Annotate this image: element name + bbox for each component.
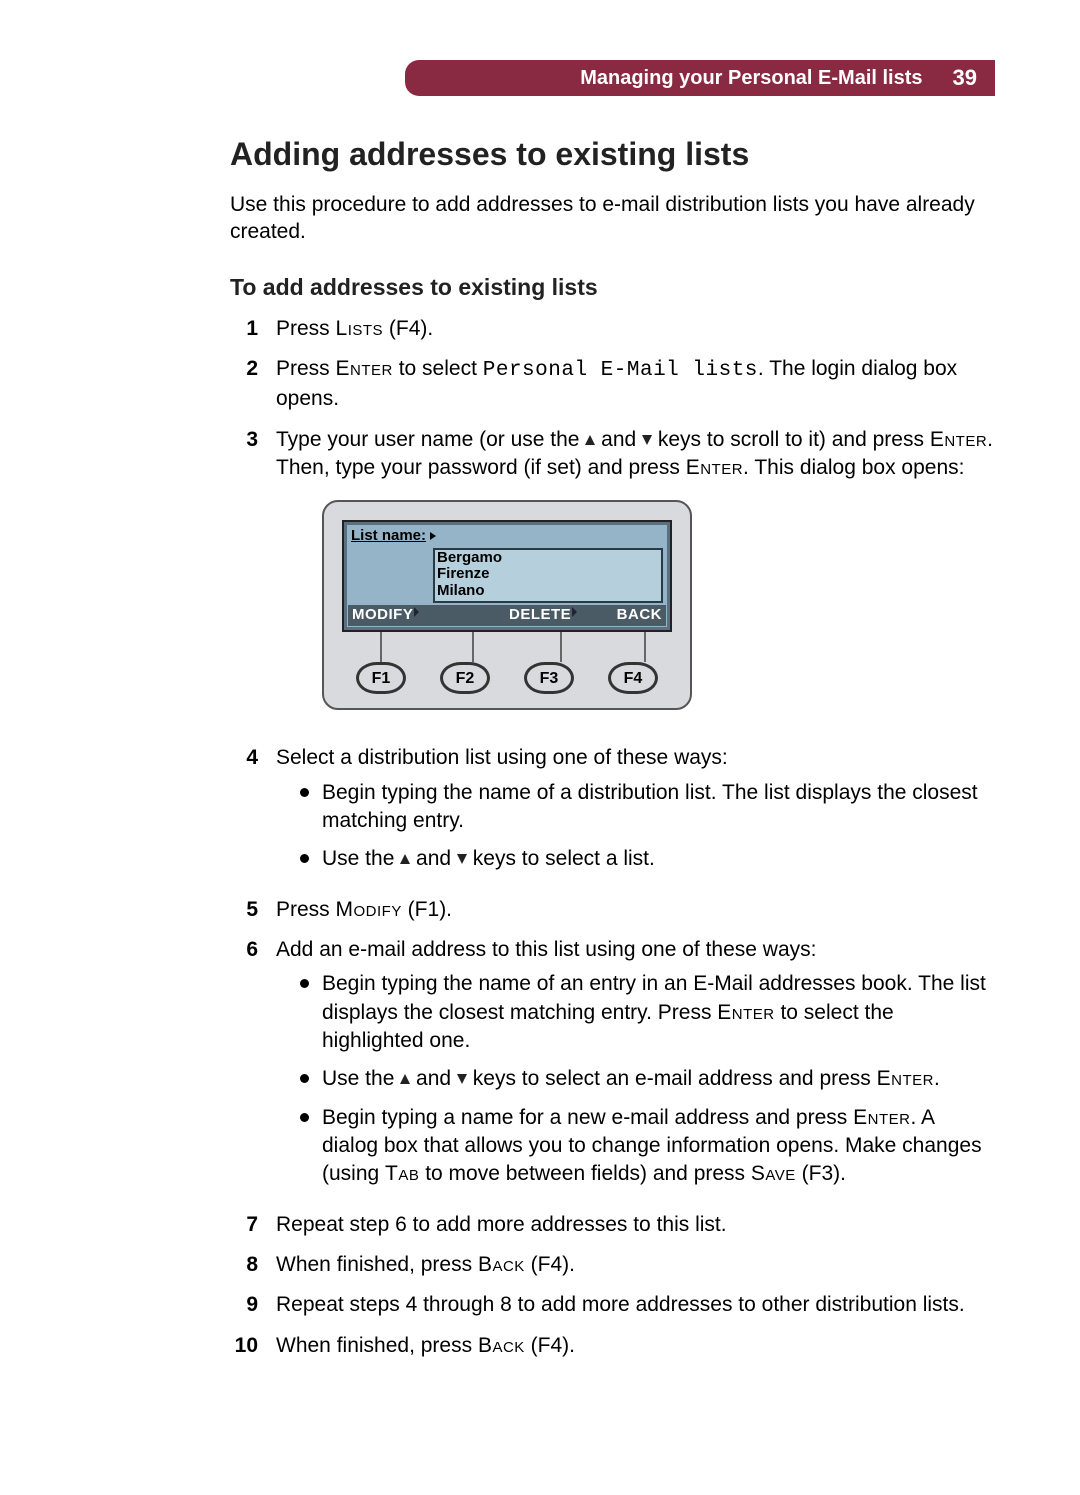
- step-number: 4: [230, 744, 258, 883]
- step-number: 1: [230, 315, 258, 343]
- step-body: Add an e-mail address to this list using…: [276, 936, 995, 1199]
- arrow-up-icon: [400, 1074, 410, 1084]
- arrow-up-icon: [400, 854, 410, 864]
- arrow-down-icon: [457, 854, 467, 864]
- dialog-screen: List name: Bergamo Firenze Milano MODIFY…: [342, 520, 672, 632]
- fkey-f2: F2: [440, 662, 490, 694]
- step-body: When finished, press Back (F4).: [276, 1332, 995, 1360]
- step-3: 3 Type your user name (or use the and ke…: [230, 426, 995, 733]
- step-number: 9: [230, 1291, 258, 1319]
- list-item: Firenze: [437, 566, 659, 583]
- dialog-softkeys: MODIFY . DELETE BACK: [348, 605, 666, 626]
- page-number: 39: [953, 65, 977, 91]
- key-back: Back: [478, 1253, 525, 1276]
- list-item: Bergamo: [437, 550, 659, 567]
- bullet: Begin typing a name for a new e-mail add…: [300, 1104, 995, 1189]
- step-10: 10 When finished, press Back (F4).: [230, 1332, 995, 1360]
- caret-icon: [430, 532, 436, 540]
- fn-f4: F4: [538, 1334, 563, 1357]
- key-enter: Enter: [336, 357, 393, 380]
- fkey-f4: F4: [608, 662, 658, 694]
- step-number: 10: [230, 1332, 258, 1360]
- step-7: 7 Repeat step 6 to add more addresses to…: [230, 1211, 995, 1239]
- key-enter: Enter: [877, 1067, 934, 1090]
- softkey-delete: DELETE: [507, 605, 573, 625]
- content: Adding addresses to existing lists Use t…: [230, 136, 995, 1360]
- intro-paragraph: Use this procedure to add addresses to e…: [230, 191, 995, 246]
- step-number: 7: [230, 1211, 258, 1239]
- step-body: When finished, press Back (F4).: [276, 1251, 995, 1279]
- key-save: Save: [751, 1162, 796, 1185]
- fkey-f3: F3: [524, 662, 574, 694]
- softkey-modify: MODIFY: [350, 605, 415, 625]
- step-body: Select a distribution list using one of …: [276, 744, 995, 883]
- softkey-back: BACK: [615, 605, 664, 625]
- bullet: Use the and keys to select a list.: [300, 845, 995, 873]
- key-enter: Enter: [717, 1001, 774, 1024]
- arrow-up-icon: [585, 435, 595, 445]
- dialog-illustration: List name: Bergamo Firenze Milano MODIFY…: [322, 500, 692, 710]
- key-back: Back: [478, 1334, 525, 1357]
- fn-f4: F4: [396, 317, 421, 340]
- key-modify: Modify: [336, 898, 402, 921]
- key-enter: Enter: [853, 1106, 910, 1129]
- fn-f3: F3: [809, 1162, 834, 1185]
- header-title: Managing your Personal E-Mail lists: [580, 67, 922, 90]
- page-header: Managing your Personal E-Mail lists 39: [405, 60, 995, 96]
- dialog-label-row: List name:: [347, 525, 667, 546]
- step-number: 5: [230, 896, 258, 924]
- key-tab: Tab: [385, 1162, 419, 1185]
- step-5: 5 Press Modify (F1).: [230, 896, 995, 924]
- step-number: 6: [230, 936, 258, 1199]
- menu-item-personal: Personal E-Mail lists: [483, 359, 758, 382]
- key-lists: Lists: [336, 317, 384, 340]
- step-8: 8 When finished, press Back (F4).: [230, 1251, 995, 1279]
- step-body: Press Lists (F4).: [276, 315, 995, 343]
- step-9: 9 Repeat steps 4 through 8 to add more a…: [230, 1291, 995, 1319]
- fkey-f1: F1: [356, 662, 406, 694]
- arrow-down-icon: [642, 435, 652, 445]
- step-4-bullets: Begin typing the name of a distribution …: [276, 779, 995, 874]
- key-enter: Enter: [686, 456, 743, 479]
- step-body: Press Modify (F1).: [276, 896, 995, 924]
- step-body: Repeat steps 4 through 8 to add more add…: [276, 1291, 995, 1319]
- function-keys: F1 F2 F3 F4: [342, 662, 672, 694]
- dialog-field-label: List name:: [351, 526, 426, 546]
- step-1: 1 Press Lists (F4).: [230, 315, 995, 343]
- fn-f1: F1: [415, 898, 440, 921]
- step-number: 8: [230, 1251, 258, 1279]
- step-6: 6 Add an e-mail address to this list usi…: [230, 936, 995, 1199]
- step-body: Type your user name (or use the and keys…: [276, 426, 995, 733]
- list-item: Milano: [437, 583, 659, 600]
- connector-lines: [342, 632, 672, 662]
- step-body: Repeat step 6 to add more addresses to t…: [276, 1211, 995, 1239]
- sub-heading: To add addresses to existing lists: [230, 274, 995, 301]
- key-enter: Enter: [930, 428, 987, 451]
- step-4: 4 Select a distribution list using one o…: [230, 744, 995, 883]
- bullet: Begin typing the name of a distribution …: [300, 779, 995, 836]
- bullet: Begin typing the name of an entry in an …: [300, 970, 995, 1055]
- dialog-listbox: Bergamo Firenze Milano: [433, 548, 663, 604]
- step-6-bullets: Begin typing the name of an entry in an …: [276, 970, 995, 1188]
- fn-f4: F4: [538, 1253, 563, 1276]
- section-heading: Adding addresses to existing lists: [230, 136, 995, 173]
- step-body: Press Enter to select Personal E-Mail li…: [276, 355, 995, 414]
- arrow-down-icon: [457, 1074, 467, 1084]
- step-2: 2 Press Enter to select Personal E-Mail …: [230, 355, 995, 414]
- step-number: 3: [230, 426, 258, 733]
- bullet: Use the and keys to select an e-mail add…: [300, 1065, 995, 1093]
- step-number: 2: [230, 355, 258, 414]
- steps-list: 1 Press Lists (F4). 2 Press Enter to sel…: [230, 315, 995, 1361]
- page: Managing your Personal E-Mail lists 39 A…: [0, 0, 1080, 1452]
